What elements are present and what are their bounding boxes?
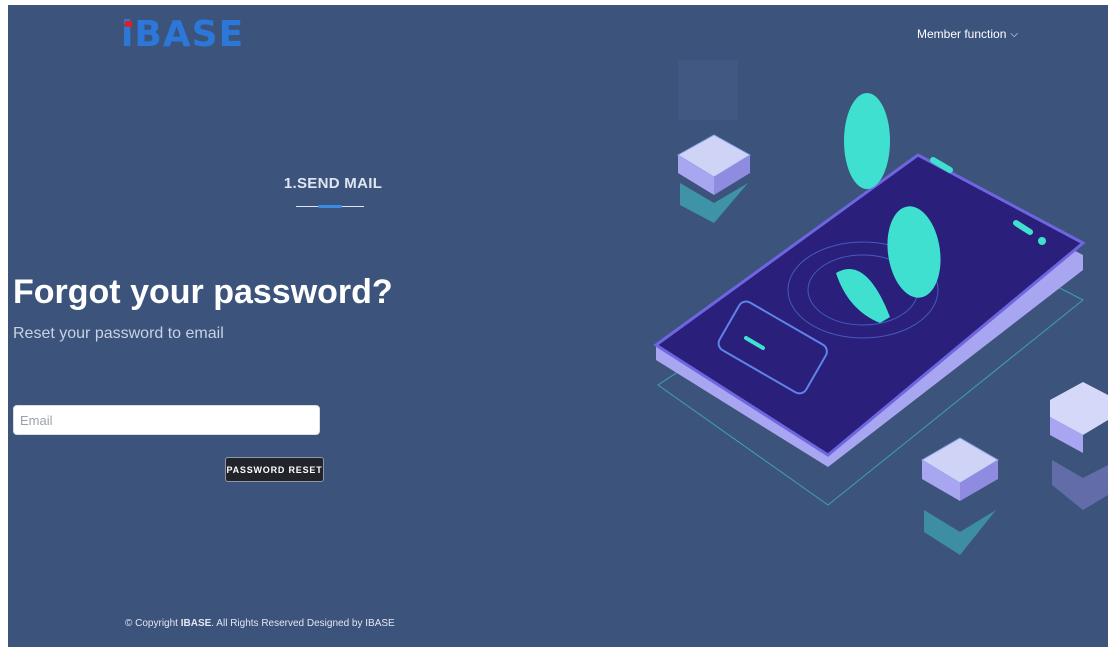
chevron-down-icon: ⌵ (1010, 28, 1018, 40)
logo-text: iBASE (121, 14, 245, 55)
step-underline-accent (318, 205, 342, 208)
phone-illustration (653, 60, 1108, 555)
copyright-footer: © Copyright IBASE. All Rights Reserved D… (125, 618, 395, 629)
far-right-block-shadow (1052, 460, 1108, 510)
footer-prefix: © Copyright (125, 618, 181, 629)
logo-red-dot (125, 21, 132, 27)
footer-suffix: . All Rights Reserved Designed by IBASE (211, 618, 395, 629)
page-title: Forgot your password? (13, 273, 393, 311)
page-subtitle: Reset your password to email (13, 325, 224, 342)
member-function-menu[interactable]: Member function ⌵ (917, 27, 1018, 41)
page: iBASE Member function ⌵ 1.SEND MAIL Forg… (8, 5, 1108, 647)
screen-dot (1038, 237, 1046, 245)
step-title: 1.SEND MAIL (283, 175, 383, 192)
faint-block-shape (678, 60, 738, 120)
footer-brand: IBASE (180, 618, 212, 629)
step-underline (296, 205, 364, 208)
password-reset-button[interactable]: PASSWORD RESET (225, 457, 324, 482)
member-function-label: Member function (917, 27, 1007, 41)
floating-coin-top (844, 93, 890, 189)
right-block-shadow (924, 510, 996, 555)
ibase-logo[interactable]: iBASE (121, 15, 244, 55)
email-input[interactable] (13, 405, 320, 435)
